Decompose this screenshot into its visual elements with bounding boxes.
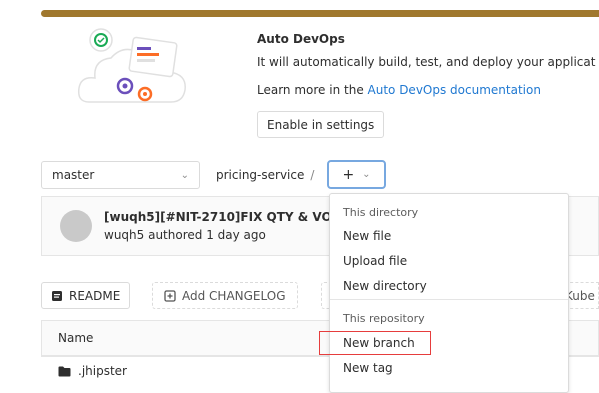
menu-item-new-tag[interactable]: New tag	[343, 361, 393, 375]
enable-in-settings-button[interactable]: Enable in settings	[257, 111, 385, 138]
add-dropdown-button[interactable]: + ⌄	[327, 160, 386, 189]
readme-label: README	[69, 288, 121, 303]
kubernetes-button[interactable]: Kube	[565, 282, 599, 309]
breadcrumb: pricing-service /	[216, 168, 314, 182]
auto-devops-documentation-link[interactable]: Auto DevOps documentation	[368, 83, 541, 97]
chevron-down-icon: ⌄	[180, 169, 189, 181]
breadcrumb-path[interactable]: pricing-service	[216, 168, 304, 182]
plus-square-icon	[164, 289, 176, 302]
commit-meta: wuqh5 authored 1 day ago	[104, 228, 266, 242]
highlight-box	[319, 331, 431, 355]
dropdown-header-repository: This repository	[343, 312, 425, 325]
menu-item-upload-file[interactable]: Upload file	[343, 254, 407, 268]
auto-devops-description: It will automatically build, test, and d…	[257, 55, 596, 69]
add-changelog-button[interactable]: Add CHANGELOG	[152, 282, 298, 309]
readme-button[interactable]: README	[41, 282, 131, 309]
file-icon	[52, 290, 62, 301]
add-changelog-label: Add CHANGELOG	[182, 288, 286, 303]
table-row[interactable]: .jhipster	[58, 364, 127, 378]
breadcrumb-separator: /	[310, 168, 315, 182]
auto-devops-learn-more: Learn more in the Auto DevOps documentat…	[257, 83, 541, 97]
top-accent-bar	[41, 10, 599, 17]
chevron-down-icon: ⌄	[362, 169, 371, 180]
auto-devops-title: Auto DevOps	[257, 32, 345, 46]
column-header-name: Name	[58, 331, 94, 345]
learn-more-text: Learn more in the	[257, 83, 368, 97]
folder-name[interactable]: .jhipster	[78, 364, 127, 378]
dropdown-header-directory: This directory	[343, 206, 419, 219]
menu-item-new-directory[interactable]: New directory	[343, 279, 427, 293]
dropdown-divider	[330, 299, 568, 300]
folder-icon	[58, 366, 71, 376]
branch-select-value: master	[52, 168, 95, 182]
branch-select[interactable]: master ⌄	[41, 161, 200, 189]
plus-icon: +	[342, 166, 355, 183]
menu-item-new-file[interactable]: New file	[343, 229, 391, 243]
auto-devops-illustration-icon	[77, 28, 186, 103]
avatar[interactable]	[60, 210, 92, 242]
commit-title[interactable]: [wuqh5][#NIT-2710]FIX QTY & VOLU	[104, 210, 349, 224]
